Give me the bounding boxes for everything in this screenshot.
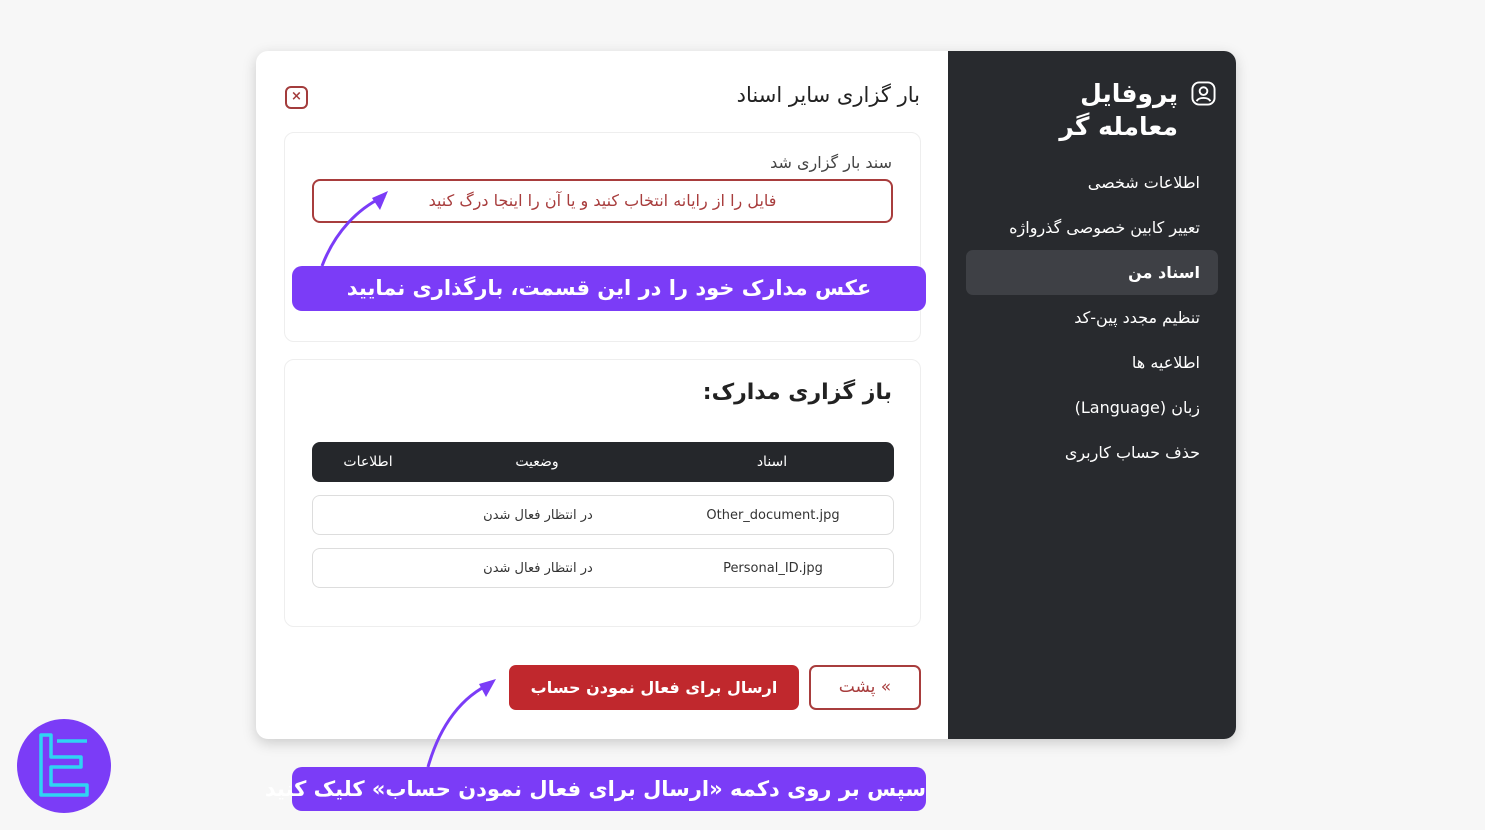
submit-for-activation-button[interactable]: ارسال برای فعال نمودن حساب <box>509 665 799 710</box>
column-header-info: اطلاعات <box>343 454 393 470</box>
close-icon[interactable]: × <box>285 86 308 109</box>
row-document-name: Other_document.jpg <box>706 507 840 523</box>
upload-hint-banner: عکس مدارک خود را در این قسمت، بارگذاری ن… <box>292 266 926 311</box>
column-header-status: وضعیت <box>515 454 559 470</box>
logo-mark-icon <box>39 733 89 797</box>
row-info <box>333 549 405 587</box>
submit-hint-banner: سپس بر روی دکمه «ارسال برای فعال نمودن ح… <box>265 767 926 811</box>
documents-section: باز گزاری مدارک: اسناد وضعیت اطلاعات Oth… <box>284 359 921 627</box>
documents-table-header: اسناد وضعیت اطلاعات <box>312 442 894 482</box>
table-row: Personal_ID.jpg در انتظار فعال شدن <box>312 548 894 588</box>
profile-card: پروفایل معامله گر اطلاعات شخصی تعییر کاب… <box>256 51 1236 739</box>
row-info <box>333 496 405 534</box>
modal-title: بار گزاری سایر اسناد <box>736 83 920 107</box>
sidebar-item-change-password[interactable]: تعییر کابین خصوصی گذرواژه <box>966 205 1218 250</box>
sidebar-item-my-documents[interactable]: اسناد من <box>966 250 1218 295</box>
sidebar-item-language[interactable]: زبان (Language) <box>966 385 1218 430</box>
upload-documents-panel: بار گزاری سایر اسناد × سند بار گزاری شد … <box>256 51 948 739</box>
column-header-document: اسناد <box>756 454 788 470</box>
sidebar: پروفایل معامله گر اطلاعات شخصی تعییر کاب… <box>948 51 1236 739</box>
sidebar-item-reset-pin[interactable]: تنظیم مجدد پین-کد <box>966 295 1218 340</box>
sidebar-item-notifications[interactable]: اطلاعیه ها <box>966 340 1218 385</box>
file-dropzone[interactable]: فایل را از رایانه انتخاب کنید و یا آن را… <box>312 179 893 223</box>
sidebar-item-delete-account[interactable]: حذف حساب کاربری <box>966 430 1218 475</box>
brand-logo <box>17 719 111 813</box>
upload-field-label: سند بار گزاری شد <box>770 153 892 172</box>
table-row: Other_document.jpg در انتظار فعال شدن <box>312 495 894 535</box>
back-button[interactable]: » پشت <box>809 665 921 710</box>
row-status: در انتظار فعال شدن <box>483 507 593 523</box>
sidebar-item-personal-info[interactable]: اطلاعات شخصی <box>966 160 1218 205</box>
user-profile-icon <box>1191 81 1216 106</box>
documents-title: باز گزاری مدارک: <box>702 380 892 405</box>
sidebar-title: پروفایل معامله گر <box>1059 79 1178 141</box>
row-status: در انتظار فعال شدن <box>483 560 593 576</box>
row-document-name: Personal_ID.jpg <box>723 560 823 576</box>
